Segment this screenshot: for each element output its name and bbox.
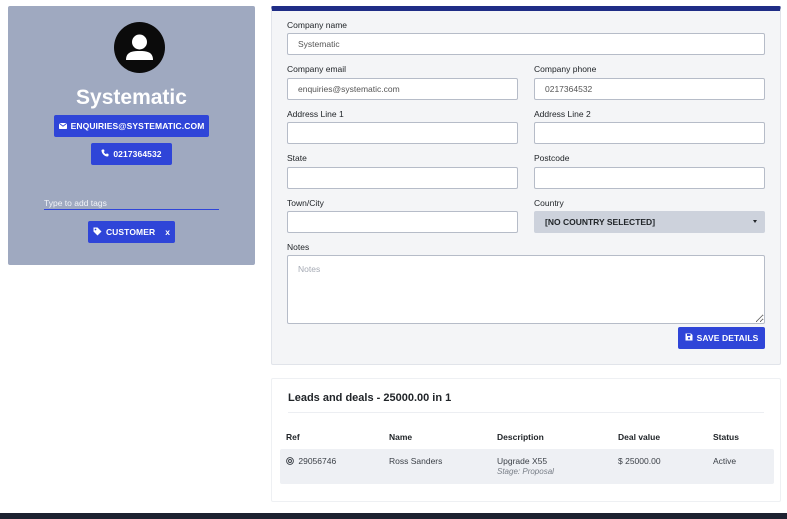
target-icon [286, 457, 294, 467]
town-city-input[interactable] [287, 211, 518, 233]
notes-textarea[interactable] [287, 255, 765, 324]
footer-bar [0, 513, 787, 519]
leads-title: Leads and deals - 25000.00 in 1 [288, 392, 452, 404]
town-city-label: Town/City [287, 198, 324, 208]
company-email-input[interactable] [287, 78, 518, 100]
deal-status: Active [713, 456, 737, 466]
details-form: Company name Company email Company phone… [271, 6, 781, 365]
company-name-input[interactable] [287, 33, 765, 55]
state-label: State [287, 153, 307, 163]
column-header-name: Name [389, 432, 413, 442]
tags-input[interactable] [44, 196, 219, 210]
profile-card: Systematic ENQUIRIES@SYSTEMATIC.COM 0217… [8, 6, 255, 265]
company-title: Systematic [76, 86, 187, 109]
save-details-button[interactable]: SAVE DETAILS [678, 327, 765, 349]
deal-ref[interactable]: 29056746 [286, 456, 336, 467]
deal-value: $ 25000.00 [618, 456, 661, 466]
company-phone-input[interactable] [534, 78, 765, 100]
deal-ref-value: 29056746 [298, 456, 337, 466]
column-header-ref: Ref [286, 432, 300, 442]
column-header-deal-value: Deal value [618, 432, 661, 442]
deal-name: Ross Sanders [389, 456, 443, 466]
chevron-down-icon [753, 220, 757, 223]
column-header-description: Description [497, 432, 544, 442]
address-line-1-input[interactable] [287, 122, 518, 144]
postcode-label: Postcode [534, 153, 570, 163]
deal-stage: Stage: Proposal [497, 467, 554, 476]
address-line-1-label: Address Line 1 [287, 109, 344, 119]
postcode-input[interactable] [534, 167, 765, 189]
page: Systematic ENQUIRIES@SYSTEMATIC.COM 0217… [0, 0, 787, 519]
email-button[interactable]: ENQUIRIES@SYSTEMATIC.COM [54, 115, 209, 137]
tag-icon [93, 227, 102, 238]
address-line-2-input[interactable] [534, 122, 765, 144]
state-input[interactable] [287, 167, 518, 189]
remove-tag-button[interactable]: x [165, 227, 170, 237]
tag-customer[interactable]: CUSTOMER x [88, 221, 175, 243]
company-name-label: Company name [287, 20, 348, 30]
country-select[interactable]: [NO COUNTRY SELECTED] [534, 211, 765, 233]
notes-label: Notes [287, 242, 310, 252]
user-avatar-icon [114, 22, 165, 73]
company-email-label: Company email [287, 64, 347, 74]
leads-card: Leads and deals - 25000.00 in 1 Ref Name… [271, 378, 781, 502]
tag-label: CUSTOMER [105, 227, 156, 237]
company-phone-label: Company phone [534, 64, 597, 74]
deal-description: Upgrade X55 [497, 456, 548, 466]
country-selected-value: [NO COUNTRY SELECTED] [545, 217, 656, 227]
save-icon [685, 333, 693, 343]
phone-icon [101, 149, 109, 159]
email-button-label: ENQUIRIES@SYSTEMATIC.COM [70, 121, 205, 131]
phone-button[interactable]: 0217364532 [91, 143, 172, 165]
envelope-icon [58, 121, 67, 131]
divider [288, 412, 764, 413]
address-line-2-label: Address Line 2 [534, 109, 591, 119]
save-button-label: SAVE DETAILS [696, 333, 759, 343]
column-header-status: Status [713, 432, 739, 442]
phone-button-label: 0217364532 [113, 149, 162, 159]
country-label: Country [534, 198, 564, 208]
